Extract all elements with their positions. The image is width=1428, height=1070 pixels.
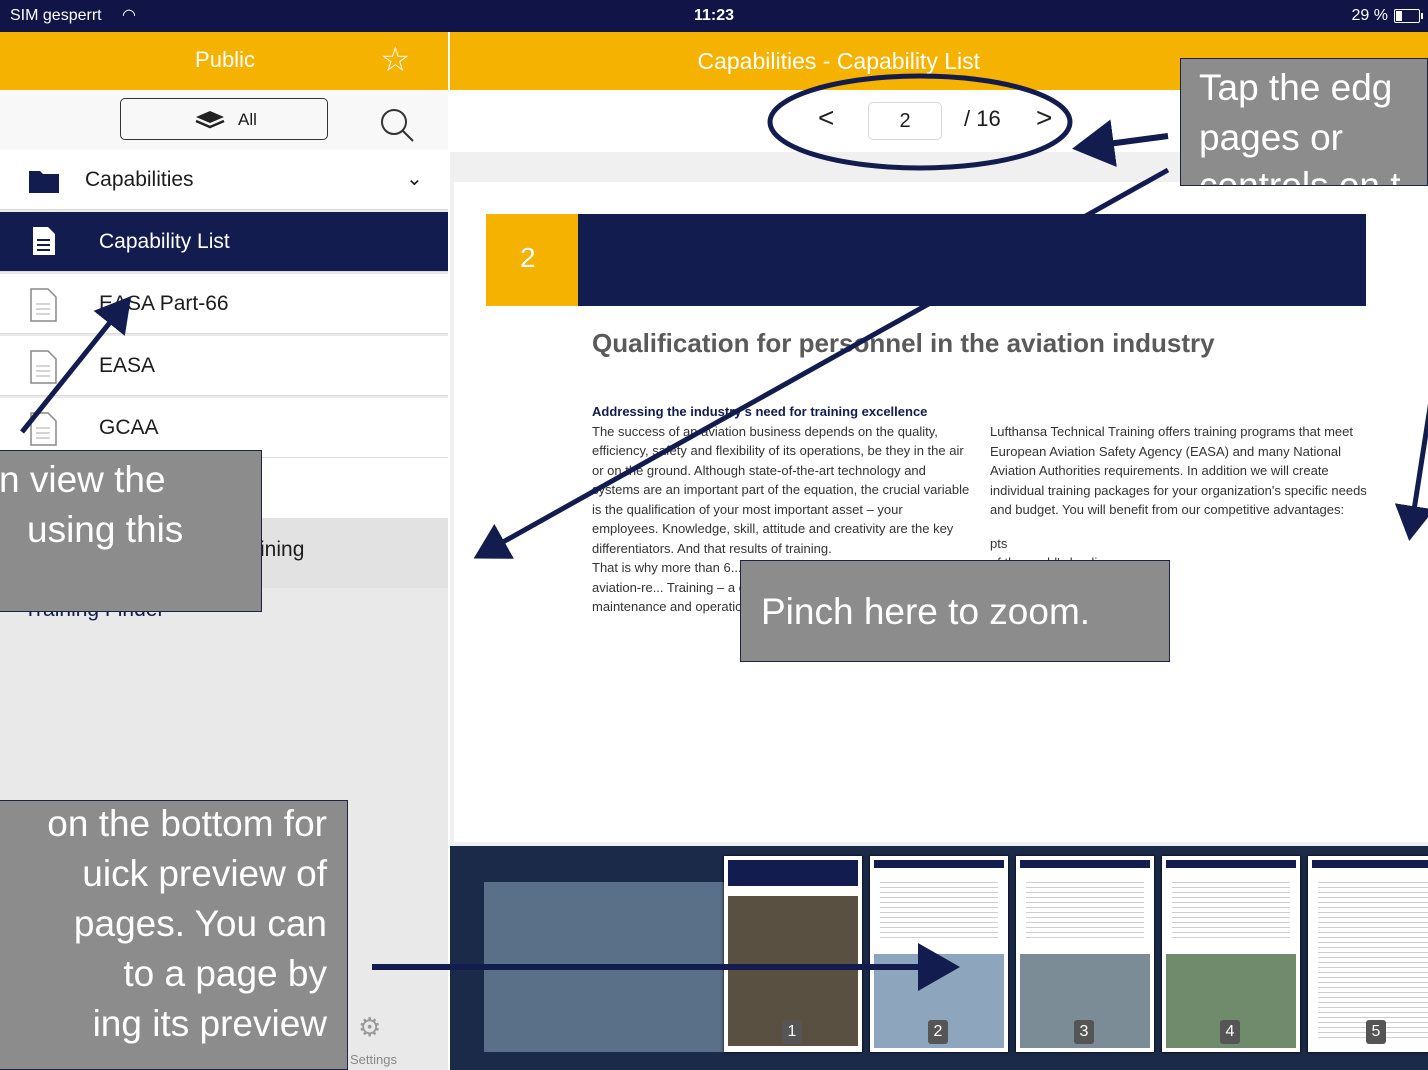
sidebar-item-easa-part-66[interactable]: EASA Part-66 (0, 274, 448, 334)
document-viewer: Capabilities - Capability List < 2 / 16 … (450, 32, 1428, 1070)
star-icon[interactable]: ☆ (380, 40, 410, 80)
all-filter-label: All (238, 110, 257, 129)
callout-zoom: Pinch here to zoom. (740, 560, 1170, 662)
callout-view: n view the using this (0, 450, 262, 612)
document-outline-icon (30, 350, 57, 384)
search-icon[interactable] (378, 106, 416, 144)
thumbnail[interactable]: 1 (724, 856, 862, 1052)
training-label: ining (260, 538, 305, 561)
thumbnail[interactable]: 2 (870, 856, 1008, 1052)
sidebar-item-label: EASA (99, 354, 156, 377)
sidebar-item-capability-list[interactable]: Capability List (0, 212, 448, 272)
chapter-number-box: 2 (486, 214, 578, 306)
folder-capabilities[interactable]: Capabilities ⌄ (0, 150, 448, 210)
battery-label: 29 % (1351, 7, 1388, 24)
chevron-right-icon[interactable]: > (1036, 102, 1052, 134)
callout-bottom: on the bottom for uick preview of pages.… (0, 800, 348, 1070)
thumbnail-number: 1 (782, 1020, 802, 1044)
page-input[interactable]: 2 (868, 102, 942, 140)
background-image (484, 882, 734, 1052)
document-outline-icon (30, 288, 57, 322)
folder-icon (29, 171, 59, 193)
chapter-banner: 2 (486, 214, 1366, 306)
document-page[interactable]: 2 Qualification for personnel in the avi… (454, 182, 1428, 842)
thumbnail[interactable]: 4 (1162, 856, 1300, 1052)
sidebar-item-label: EASA Part-66 (99, 292, 229, 315)
document-outline-icon (30, 412, 57, 446)
viewer-title: Capabilities - Capability List (697, 48, 980, 74)
document-icon (33, 227, 55, 255)
battery-icon (1394, 9, 1423, 23)
thumbnail-strip: 1 2 3 4 5 (450, 846, 1428, 1070)
chevron-down-icon: ⌄ (406, 168, 423, 190)
thumbnail[interactable]: 3 (1016, 856, 1154, 1052)
filter-row: All (0, 90, 448, 150)
status-bar: SIM gesperrt ◠ 11:23 29 % (0, 0, 1428, 32)
sidebar-item-easa[interactable]: EASA (0, 336, 448, 396)
column-fragment: pts (990, 535, 1008, 551)
column-text: Lufthansa Technical Training offers trai… (990, 424, 1367, 517)
thumbnail-number: 5 (1366, 1020, 1386, 1044)
page-total: / 16 (964, 106, 1001, 131)
settings-label[interactable]: Settings (350, 1052, 397, 1067)
folder-label: Capabilities (85, 168, 194, 191)
column-text: The success of an aviation business depe… (592, 423, 970, 556)
thumbnail-number: 4 (1220, 1020, 1240, 1044)
thumbnail-number: 3 (1074, 1020, 1094, 1044)
chapter-number: 2 (520, 242, 536, 273)
document-title: Qualification for personnel in the aviat… (592, 328, 1215, 358)
thumbnail-number: 2 (928, 1020, 948, 1044)
sidebar-item-gcaa[interactable]: GCAA (0, 398, 448, 458)
thumbnail[interactable]: 5 (1308, 856, 1428, 1052)
clock: 11:23 (693, 7, 735, 24)
layers-icon (195, 111, 225, 129)
sidebar-item-label: GCAA (99, 416, 159, 439)
chevron-left-icon[interactable]: < (818, 102, 834, 134)
sidebar-item-label: Capability List (99, 230, 230, 253)
column-heading: Addressing the industry's need for train… (592, 404, 928, 419)
gear-icon[interactable]: ⚙ (358, 1012, 381, 1043)
callout-edge: Tap the edg pages or controls on t (1180, 58, 1428, 186)
sidebar-header: Public ☆ (0, 32, 448, 90)
all-filter-button[interactable]: All (120, 98, 328, 140)
